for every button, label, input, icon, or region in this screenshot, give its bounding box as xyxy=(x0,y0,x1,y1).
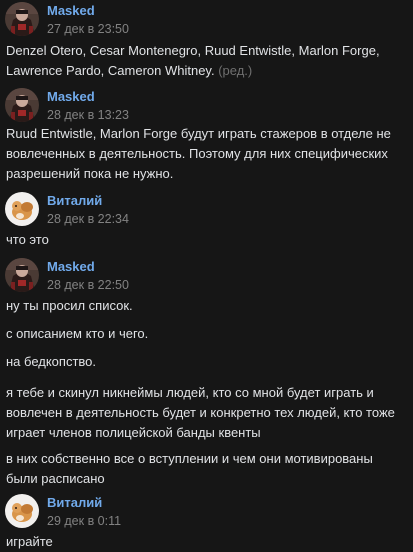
message-text: с описанием кто и чего. xyxy=(6,326,149,341)
author-name[interactable]: Masked xyxy=(47,259,95,274)
vitaly-avatar[interactable] xyxy=(5,192,39,226)
author-name[interactable]: Masked xyxy=(47,3,95,18)
message-text: что это xyxy=(6,232,49,247)
message-timestamp[interactable]: 28 дек в 13:23 xyxy=(47,108,129,122)
message-text: Ruud Entwistle, Marlon Forge будут играт… xyxy=(6,126,391,181)
message-timestamp[interactable]: 27 дек в 23:50 xyxy=(47,22,129,36)
message-text: на бедкопство. xyxy=(6,354,97,369)
message-text-content: Denzel Otero, Cesar Montenegro, Ruud Ent… xyxy=(6,43,380,78)
message-text: Denzel Otero, Cesar Montenegro, Ruud Ent… xyxy=(6,41,408,81)
message-text: в них собственно все о вступлении и чем … xyxy=(6,451,373,486)
vitaly-avatar[interactable] xyxy=(5,494,39,528)
message-timestamp[interactable]: 29 дек в 0:11 xyxy=(47,514,121,528)
message-text: играйте xyxy=(6,534,53,549)
message-timestamp[interactable]: 28 дек в 22:34 xyxy=(47,212,129,226)
masked-avatar[interactable] xyxy=(5,2,39,36)
message-timestamp[interactable]: 28 дек в 22:50 xyxy=(47,278,129,292)
masked-avatar[interactable] xyxy=(5,258,39,292)
edited-label: (ред.) xyxy=(218,63,253,78)
message-text: я тебе и скинул никнеймы людей, кто со м… xyxy=(6,385,395,440)
author-name[interactable]: Masked xyxy=(47,89,95,104)
author-name[interactable]: Виталий xyxy=(47,193,102,208)
masked-avatar[interactable] xyxy=(5,88,39,122)
author-name[interactable]: Виталий xyxy=(47,495,102,510)
chat-history: Masked 27 дек в 23:50 Denzel Otero, Cesa… xyxy=(0,0,413,552)
message-text: ну ты просил список. xyxy=(6,298,133,313)
